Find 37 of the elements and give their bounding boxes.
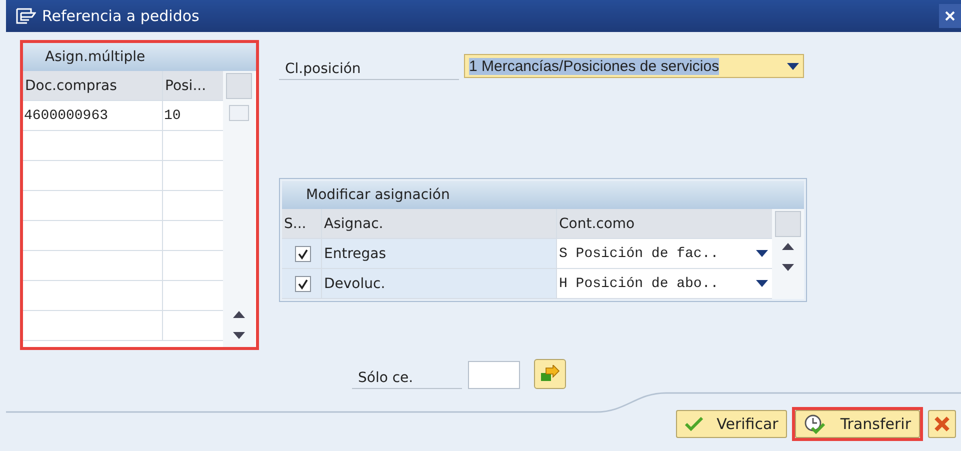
clock-check-icon xyxy=(804,414,826,434)
caret-icon xyxy=(787,62,799,70)
scroll-down-icon[interactable] xyxy=(233,332,245,339)
scroll-up-icon[interactable] xyxy=(782,243,794,250)
table-cell: 4600000963 xyxy=(23,101,163,130)
scroll-up-icon[interactable] xyxy=(233,311,245,318)
table-title: Asign.múltiple xyxy=(23,43,256,71)
check-icon xyxy=(684,417,703,431)
scroll-down-icon[interactable] xyxy=(782,264,794,271)
scroll-thumb[interactable] xyxy=(229,105,249,121)
checkbox[interactable] xyxy=(294,246,310,262)
window-title: Referencia a pedidos xyxy=(42,7,200,25)
cancel-button[interactable] xyxy=(928,410,956,438)
column-header[interactable]: Asignac. xyxy=(322,209,557,238)
verify-button[interactable]: Verificar xyxy=(676,410,788,438)
column-header[interactable]: Cont.como xyxy=(557,209,772,238)
column-header[interactable]: Doc.compras xyxy=(23,71,163,100)
close-button[interactable] xyxy=(939,4,961,28)
form-icon xyxy=(16,8,36,24)
cancel-icon xyxy=(934,416,950,432)
field-label: Cl.posición xyxy=(279,61,459,80)
dropdown-field[interactable]: 1 Mercancías/Posiciones de servicios xyxy=(464,54,804,78)
caret-icon xyxy=(756,250,768,257)
table-title: Modificar asignación xyxy=(282,181,804,209)
input-field[interactable] xyxy=(468,361,520,389)
dropdown-field[interactable]: S Posición de fac.. xyxy=(557,239,772,268)
field-label: Sólo ce. xyxy=(352,370,462,389)
checkbox[interactable] xyxy=(294,276,310,292)
column-header[interactable]: Posi... xyxy=(163,71,223,100)
dropdown-field[interactable]: H Posición de abo.. xyxy=(557,269,772,298)
table-cell-text: 10 xyxy=(163,106,182,126)
close-icon xyxy=(945,11,955,21)
column-header[interactable]: S... xyxy=(282,209,322,238)
arrow-icon xyxy=(540,365,560,383)
transfer-button[interactable] xyxy=(534,359,566,389)
transfer-button[interactable]: Transferir xyxy=(795,410,920,438)
caret-icon xyxy=(756,280,768,287)
